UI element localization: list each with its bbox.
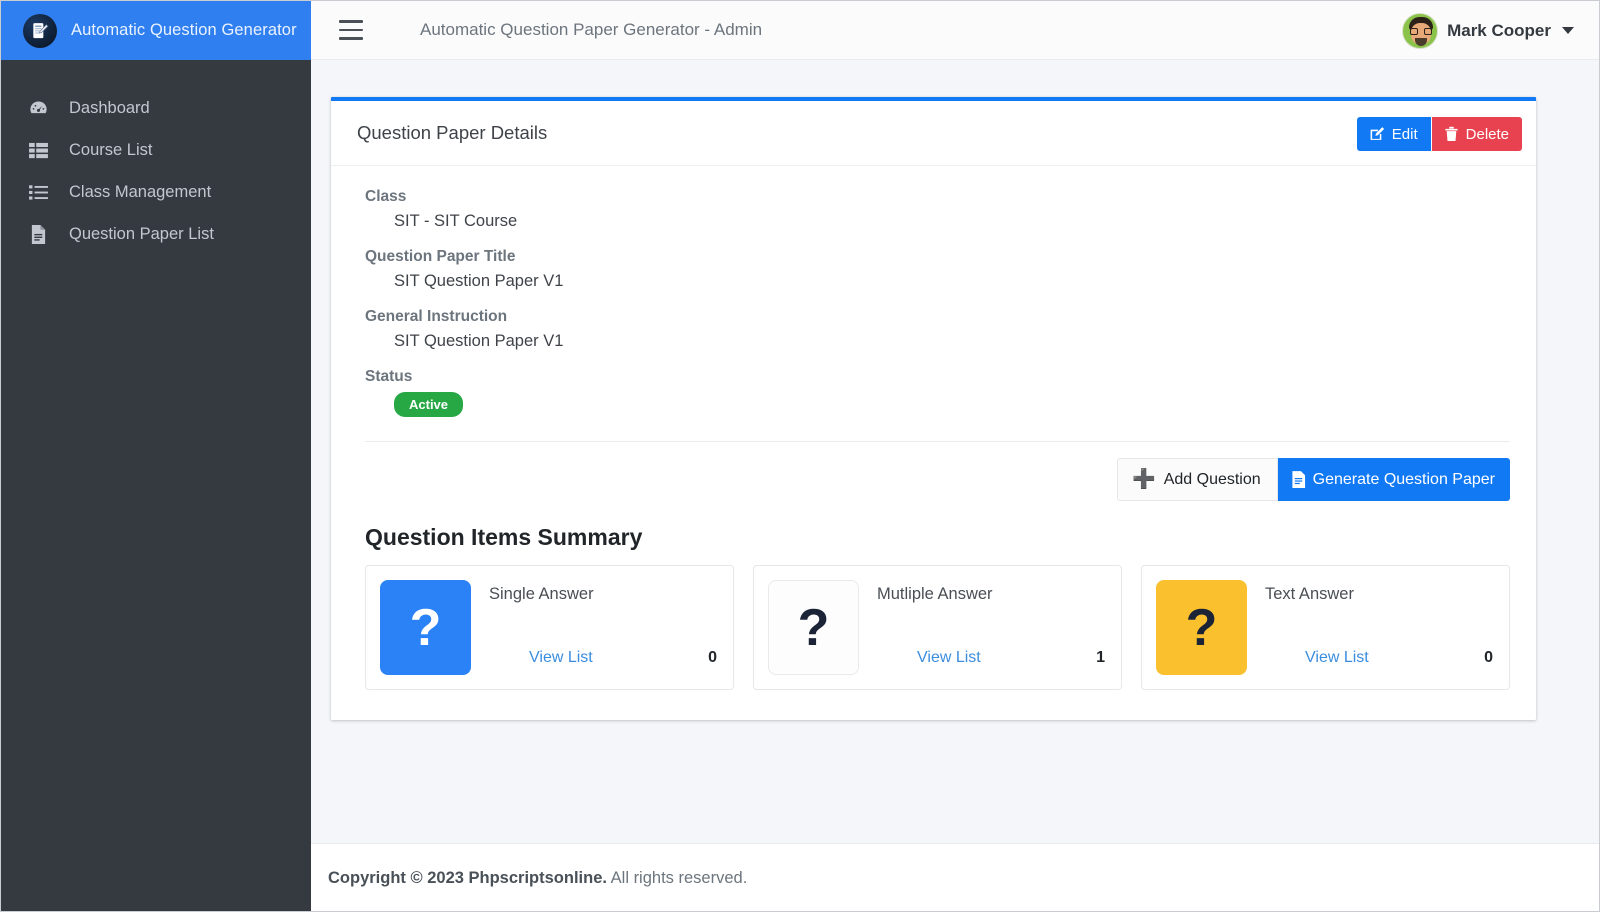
summary-card-bottom: View List 0 (1265, 616, 1493, 667)
file-alt-icon (27, 224, 49, 244)
status-badge-wrap: Active (365, 392, 1510, 417)
summary-card-single-answer: ? Single Answer View List 0 (365, 565, 734, 690)
plus-icon: ➕ (1132, 469, 1156, 490)
file-icon (1291, 471, 1306, 488)
summary-card-bottom: View List 0 (489, 616, 717, 667)
field-status: Status Active (365, 368, 1510, 417)
footer: Copyright © 2023 Phpscriptsonline. All r… (311, 843, 1599, 911)
pencil-square-icon (1369, 126, 1385, 142)
summary-cards: ? Single Answer View List 0 ? Mutliple A… (365, 565, 1510, 690)
view-list-link[interactable]: View List (529, 649, 593, 667)
summary-card-body: Mutliple Answer View List 1 (877, 580, 1107, 675)
field-class: Class SIT - SIT Course (365, 188, 1510, 231)
summary-card-count: 0 (708, 649, 717, 666)
sidebar-item-class-management[interactable]: Class Management (1, 171, 311, 213)
footer-copyright-bold: Copyright © 2023 Phpscriptsonline. (328, 869, 607, 887)
edit-button[interactable]: Edit (1356, 117, 1431, 151)
sidebar-nav: Dashboard Course List Class Management Q… (1, 60, 311, 255)
question-mark-icon: ? (1156, 580, 1247, 675)
field-label: General Instruction (365, 308, 508, 325)
list-ul-icon (27, 182, 49, 202)
page-title: Automatic Question Paper Generator - Adm… (420, 20, 763, 39)
status-badge: Active (394, 392, 464, 417)
document-pencil-icon (23, 13, 57, 48)
content-area: Question Paper Details Edit Delete Class… (311, 60, 1599, 843)
summary-card-label: Single Answer (489, 585, 594, 603)
summary-card-label: Mutliple Answer (877, 585, 993, 603)
user-menu[interactable]: Mark Cooper (1402, 1, 1574, 60)
top-navbar: Automatic Question Paper Generator - Adm… (311, 1, 1599, 60)
brand-title: Automatic Question Generator (71, 21, 297, 39)
question-mark-icon: ? (768, 580, 859, 675)
summary-card-label: Text Answer (1265, 585, 1354, 603)
generate-question-paper-label: Generate Question Paper (1312, 470, 1495, 488)
card-header: Question Paper Details Edit Delete (331, 101, 1536, 166)
summary-card-top: Single Answer (489, 585, 717, 604)
sidebar-brand[interactable]: Automatic Question Generator (1, 1, 311, 60)
summary-card-count: 0 (1484, 649, 1493, 666)
action-buttons: ➕ Add Question Generate Question Paper (365, 458, 1510, 501)
sidebar-item-question-paper-list[interactable]: Question Paper List (1, 213, 311, 255)
divider (365, 441, 1510, 442)
summary-card-top: Mutliple Answer (877, 585, 1105, 604)
card-tools: Edit Delete (1356, 117, 1522, 151)
field-value: SIT Question Paper V1 (394, 272, 564, 290)
th-list-icon (27, 140, 49, 160)
field-value: SIT - SIT Course (394, 212, 518, 230)
view-list-link[interactable]: View List (1305, 649, 1369, 667)
summary-card-text-answer: ? Text Answer View List 0 (1141, 565, 1510, 690)
field-general-instruction: General Instruction SIT Question Paper V… (365, 308, 1510, 351)
summary-card-body: Text Answer View List 0 (1265, 580, 1495, 675)
field-label: Class (365, 188, 407, 205)
card-title: Question Paper Details (357, 122, 548, 143)
sidebar-item-label: Class Management (69, 182, 212, 201)
sidebar-item-dashboard[interactable]: Dashboard (1, 87, 311, 129)
sidebar-item-label: Question Paper List (69, 224, 214, 243)
hamburger-icon[interactable] (339, 20, 363, 40)
caret-down-icon (1562, 27, 1574, 34)
summary-title: Question Items Summary (365, 524, 643, 550)
summary-card-bottom: View List 1 (877, 616, 1105, 667)
summary-card-multiple-answer: ? Mutliple Answer View List 1 (753, 565, 1122, 690)
field-label: Status (365, 368, 413, 385)
summary-card-count: 1 (1096, 649, 1105, 666)
avatar (1402, 12, 1439, 49)
app-window: Automatic Question Generator Dashboard C… (0, 0, 1600, 912)
field-question-paper-title: Question Paper Title SIT Question Paper … (365, 248, 1510, 291)
sidebar-item-course-list[interactable]: Course List (1, 129, 311, 171)
sidebar-item-label: Course List (69, 140, 153, 159)
add-question-button[interactable]: ➕ Add Question (1117, 458, 1278, 501)
summary-card-body: Single Answer View List 0 (489, 580, 719, 675)
delete-button[interactable]: Delete (1431, 117, 1522, 151)
field-value: SIT Question Paper V1 (394, 332, 564, 350)
add-question-label: Add Question (1163, 470, 1261, 488)
question-paper-details-card: Question Paper Details Edit Delete Class… (331, 97, 1536, 720)
sidebar-item-label: Dashboard (69, 98, 150, 117)
field-label: Question Paper Title (365, 248, 516, 265)
trash-icon (1444, 126, 1459, 142)
view-list-link[interactable]: View List (917, 649, 981, 667)
delete-button-label: Delete (1465, 125, 1509, 143)
user-name: Mark Cooper (1447, 20, 1551, 40)
edit-button-label: Edit (1391, 125, 1418, 143)
question-mark-icon: ? (380, 580, 471, 675)
summary-card-top: Text Answer (1265, 585, 1493, 604)
tachometer-icon (27, 98, 49, 118)
generate-question-paper-button[interactable]: Generate Question Paper (1277, 458, 1510, 501)
footer-copyright: Copyright © 2023 Phpscriptsonline. All r… (328, 869, 747, 888)
footer-copyright-rest: All rights reserved. (606, 869, 748, 887)
sidebar: Automatic Question Generator Dashboard C… (1, 1, 311, 911)
card-body: Class SIT - SIT Course Question Paper Ti… (331, 166, 1536, 720)
